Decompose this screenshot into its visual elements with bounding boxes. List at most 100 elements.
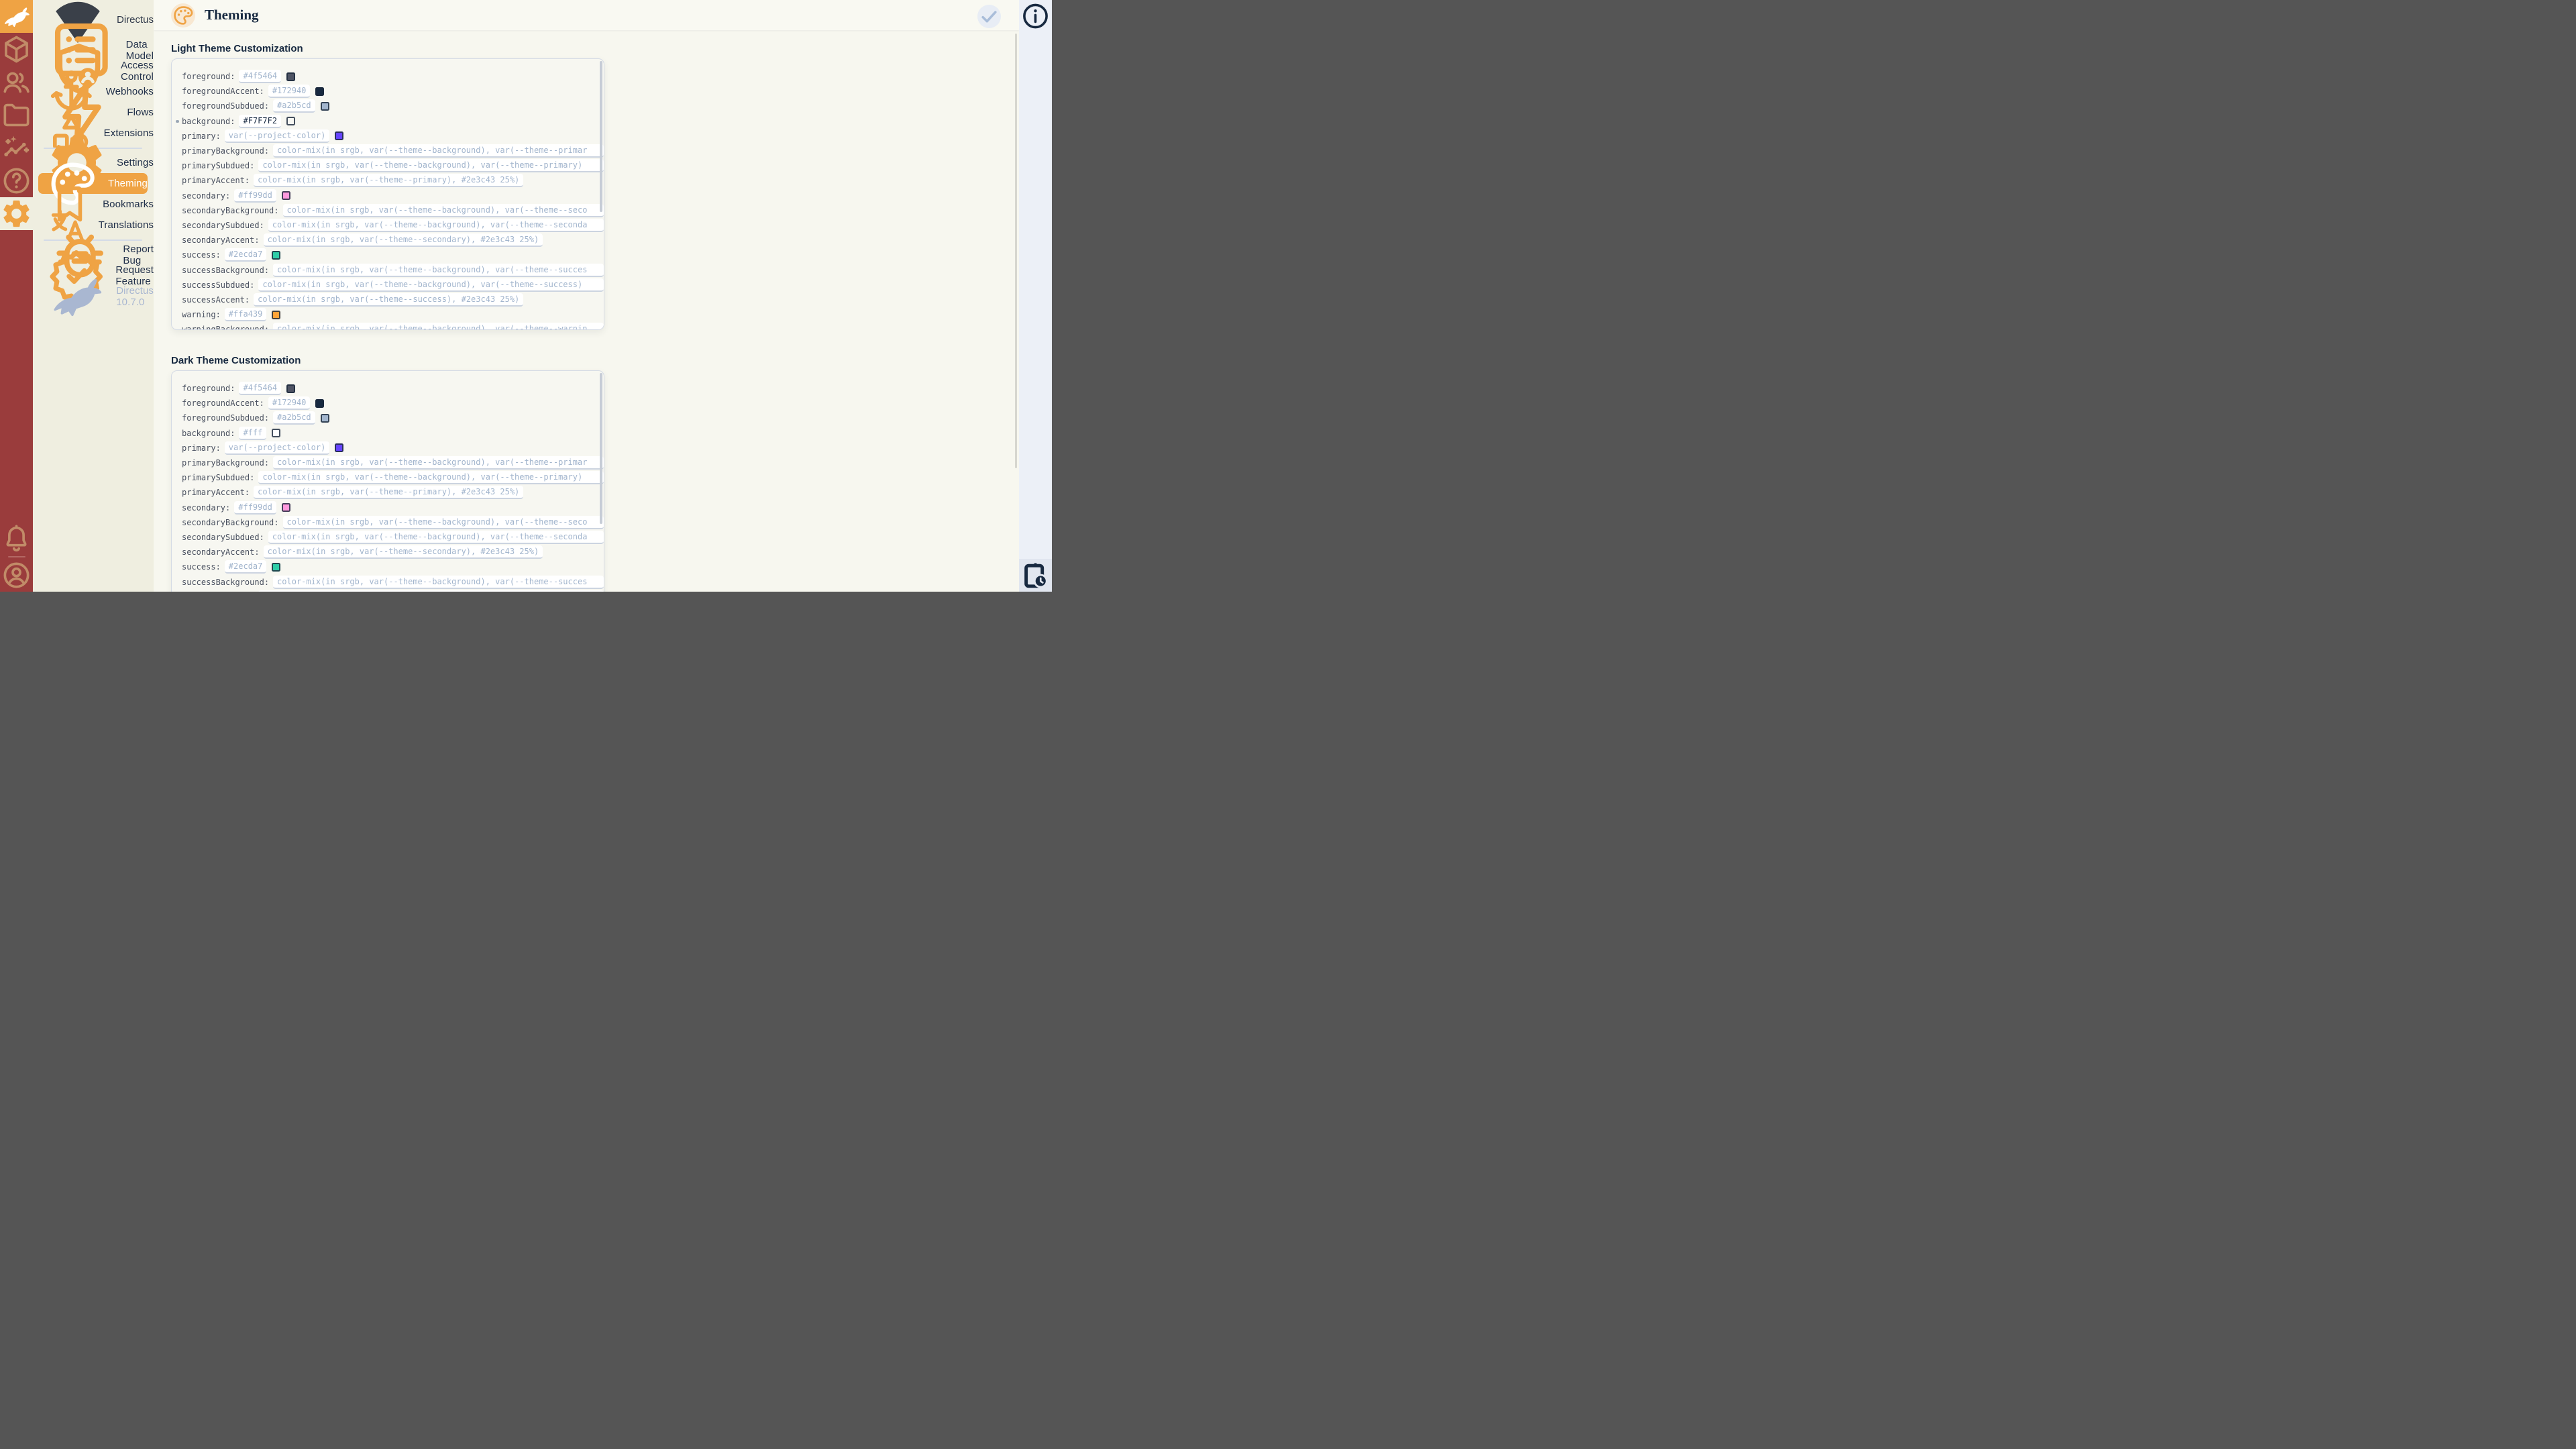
field-value-input[interactable]: color-mix(in srgb, var(--theme--backgrou…	[273, 144, 604, 158]
project-name: Directus	[117, 14, 154, 25]
info-button[interactable]	[1019, 0, 1052, 32]
field-value-input[interactable]: color-mix(in srgb, var(--theme--backgrou…	[258, 278, 604, 292]
field-value-input[interactable]: #F7F7F2	[239, 115, 281, 128]
field-value-input[interactable]: #ff99dd	[234, 501, 276, 515]
page-scrollbar[interactable]	[1015, 34, 1018, 468]
theme-field-row: primary:var(--project-color)	[182, 129, 604, 144]
page-header: Theming	[154, 0, 1019, 30]
field-value-input[interactable]: color-mix(in srgb, var(--theme--success)…	[254, 293, 523, 307]
theme-field-row: successBackground: color-mix(in srgb, var…	[182, 574, 604, 589]
field-value-input[interactable]: color-mix(in srgb, var(--theme--primary)…	[254, 486, 523, 499]
field-value-input[interactable]: var(--project-color)	[225, 441, 330, 455]
field-value-input[interactable]: color-mix(in srgb, var(--theme--primary)…	[254, 174, 523, 187]
clipboard-clock-icon	[1019, 559, 1052, 592]
module-help[interactable]	[0, 164, 33, 197]
field-value-input[interactable]: color-mix(in srgb, var(--theme--backgrou…	[258, 590, 604, 592]
field-value-input[interactable]: #2ecda7	[225, 248, 267, 262]
revisions-button[interactable]	[1019, 559, 1052, 592]
check-icon	[977, 5, 1001, 28]
module-folder[interactable]	[0, 99, 33, 131]
account-circle-button[interactable]	[0, 559, 33, 592]
sidebar-item-label: Flows	[127, 107, 154, 118]
theme-field-row: background: #F7F7F2	[182, 114, 604, 129]
theme-field-row: foreground:#4f5464	[182, 381, 604, 396]
field-value-input[interactable]: color-mix(in srgb, var(--theme--backgrou…	[258, 471, 604, 484]
field-value-input[interactable]: #ffa439	[225, 308, 267, 321]
sidebar-item-label: Data Model	[126, 39, 154, 62]
field-value-input[interactable]: #fff	[239, 427, 266, 440]
color-swatch[interactable]	[335, 443, 343, 452]
field-value-input[interactable]: #4f5464	[239, 70, 281, 83]
info-icon	[1019, 0, 1052, 32]
field-key: success:	[182, 562, 221, 572]
color-swatch[interactable]	[282, 191, 290, 200]
field-value-input[interactable]: #a2b5cd	[273, 99, 315, 113]
field-value-input[interactable]: color-mix(in srgb, var(--theme--backgrou…	[283, 204, 604, 217]
field-key: secondary:	[182, 191, 230, 201]
theme-field-row: success: #2ecda7	[182, 559, 604, 574]
theme-field-row: foregroundAccent: #172940	[182, 84, 604, 99]
dark-editor-scrollbar[interactable]	[600, 373, 602, 524]
field-key: secondaryBackground:	[182, 518, 279, 527]
color-swatch[interactable]	[321, 102, 329, 111]
light-theme-heading: Light Theme Customization	[171, 43, 303, 54]
field-key: secondaryAccent:	[182, 547, 260, 557]
module-insights[interactable]	[0, 131, 33, 164]
sidebar: Directus Data ModelAccess ControlWebhook…	[33, 0, 154, 592]
rabbit-logo-icon	[0, 0, 33, 33]
field-key: primarySubdued:	[182, 161, 254, 170]
field-value-input[interactable]: color-mix(in srgb, var(--theme--secondar…	[264, 545, 543, 559]
color-swatch[interactable]	[286, 384, 295, 393]
theme-field-row: secondarySubdued:color-mix(in srgb, var(…	[182, 218, 604, 233]
save-button[interactable]	[977, 5, 1001, 28]
color-swatch[interactable]	[272, 563, 280, 572]
light-editor-scrollbar[interactable]	[600, 61, 602, 212]
field-key: foregroundAccent:	[182, 87, 264, 96]
field-value-input[interactable]: #4f5464	[239, 382, 281, 395]
field-value-input[interactable]: #ff99dd	[234, 189, 276, 203]
field-value-input[interactable]: color-mix(in srgb, var(--theme--backgrou…	[268, 531, 604, 544]
module-box[interactable]	[0, 33, 33, 66]
theme-field-row: primary:var(--project-color)	[182, 441, 604, 455]
directus-theming-screen: Directus Data ModelAccess ControlWebhook…	[0, 0, 1052, 592]
color-swatch[interactable]	[321, 414, 329, 423]
color-swatch[interactable]	[315, 399, 324, 408]
field-value-input[interactable]: #a2b5cd	[273, 411, 315, 425]
field-key: warningBackground:	[182, 325, 269, 330]
theme-field-row: primarySubdued:color-mix(in srgb, var(--…	[182, 470, 604, 485]
sidebar-item-label: Theming	[108, 178, 148, 189]
color-swatch[interactable]	[272, 311, 280, 319]
module-settings[interactable]	[0, 197, 33, 230]
theme-field-row: warningBackground: color-mix(in srgb, var…	[182, 322, 604, 330]
color-swatch[interactable]	[286, 117, 295, 125]
color-swatch[interactable]	[272, 251, 280, 260]
module-users[interactable]	[0, 66, 33, 99]
notifications-bell-button[interactable]	[0, 522, 33, 555]
color-swatch[interactable]	[335, 131, 343, 140]
field-value-input[interactable]: var(--project-color)	[225, 129, 330, 143]
directus-logo[interactable]	[0, 0, 33, 33]
color-swatch[interactable]	[272, 429, 280, 437]
field-value-input[interactable]: color-mix(in srgb, var(--theme--backgrou…	[268, 219, 604, 232]
field-value-input[interactable]: color-mix(in srgb, var(--theme--backgrou…	[273, 576, 604, 589]
field-key: background:	[182, 117, 235, 126]
color-swatch[interactable]	[315, 87, 324, 96]
field-value-input[interactable]: color-mix(in srgb, var(--theme--backgrou…	[283, 516, 604, 529]
field-value-input[interactable]: color-mix(in srgb, var(--theme--backgrou…	[273, 264, 604, 277]
field-value-input[interactable]: color-mix(in srgb, var(--theme--secondar…	[264, 233, 543, 247]
color-swatch[interactable]	[282, 503, 290, 512]
field-value-input[interactable]: #172940	[268, 396, 311, 410]
right-sidebar-strip	[1019, 0, 1052, 592]
color-swatch[interactable]	[286, 72, 295, 81]
field-key: primaryAccent:	[182, 176, 250, 185]
field-value-input[interactable]: #2ecda7	[225, 560, 267, 574]
theme-field-row: success:#2ecda7	[182, 248, 604, 262]
theme-field-row: secondarySubdued:color-mix(in srgb, var(…	[182, 530, 604, 545]
field-key: successBackground:	[182, 578, 269, 587]
field-value-input[interactable]: #172940	[268, 85, 311, 98]
field-value-input[interactable]: color-mix(in srgb, var(--theme--backgrou…	[273, 323, 604, 330]
field-key: secondary:	[182, 503, 230, 513]
field-value-input[interactable]: color-mix(in srgb, var(--theme--backgrou…	[273, 456, 604, 470]
theme-field-row: successBackground:color-mix(in srgb, var…	[182, 262, 604, 277]
field-value-input[interactable]: color-mix(in srgb, var(--theme--backgrou…	[258, 159, 604, 172]
